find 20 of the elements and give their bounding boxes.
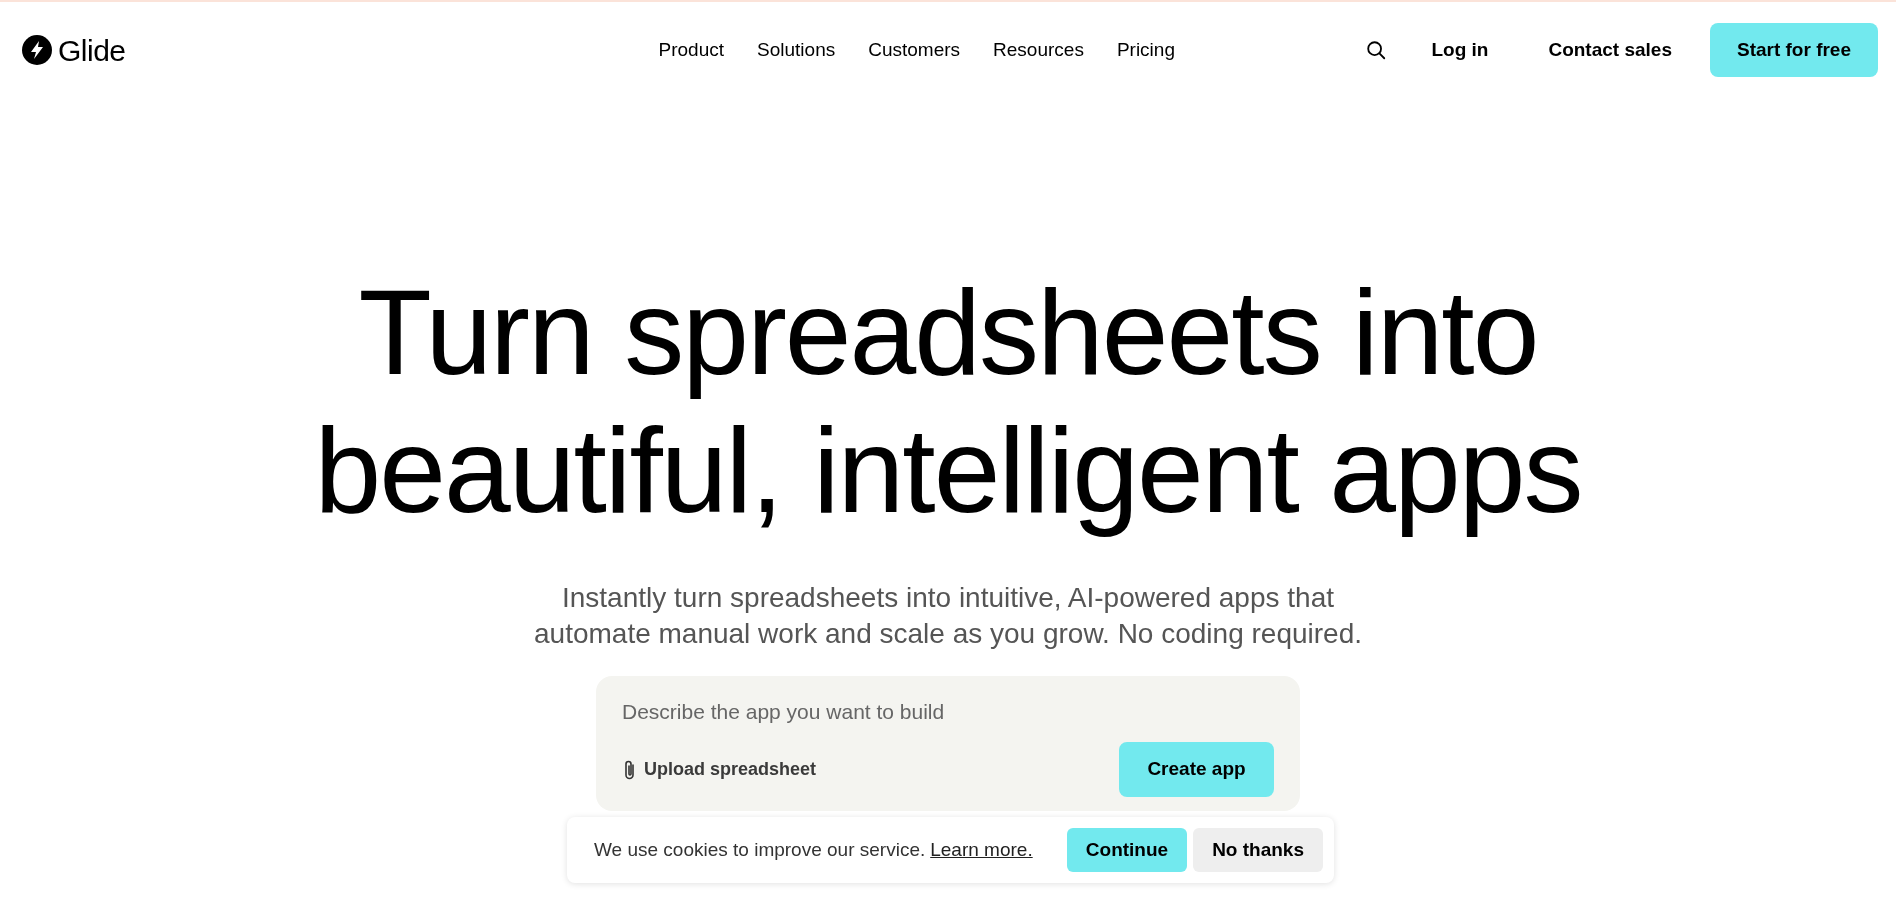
contact-sales-link[interactable]: Contact sales (1548, 35, 1672, 65)
upload-button[interactable]: Upload spreadsheet (622, 756, 817, 783)
nav-link[interactable]: Resources (993, 35, 1084, 65)
nav-link[interactable]: Customers (868, 35, 961, 65)
hero-subtitle: Instantly turn spreadsheets into intuitive, AI-powered apps that automate manual work and scale as you grow. No coding required. (534, 581, 1362, 651)
start-free-button[interactable]: Start for free (1709, 23, 1878, 77)
no-thanks-button[interactable]: No thanks (1193, 828, 1323, 872)
logo-text: Glide (58, 32, 126, 69)
nav-link[interactable]: Product (658, 35, 725, 65)
nav-link[interactable]: Solutions (757, 35, 836, 65)
logo-icon (22, 35, 52, 65)
create-app-button[interactable]: Create app (1119, 742, 1274, 797)
login-link[interactable]: Log in (1431, 35, 1489, 65)
learn-more-link[interactable]: Learn more. (930, 835, 1033, 865)
hero-title: Turn spreadsheets into beautiful, intelligent apps (314, 264, 1582, 539)
cookie-text: We use cookies to improve our service. (594, 837, 926, 862)
prompt-field[interactable]: Describe the app you want to build (622, 696, 1274, 728)
continue-button[interactable]: Continue (1066, 828, 1188, 872)
nav-link[interactable]: Pricing (1116, 35, 1175, 65)
search-icon[interactable] (1365, 39, 1388, 61)
